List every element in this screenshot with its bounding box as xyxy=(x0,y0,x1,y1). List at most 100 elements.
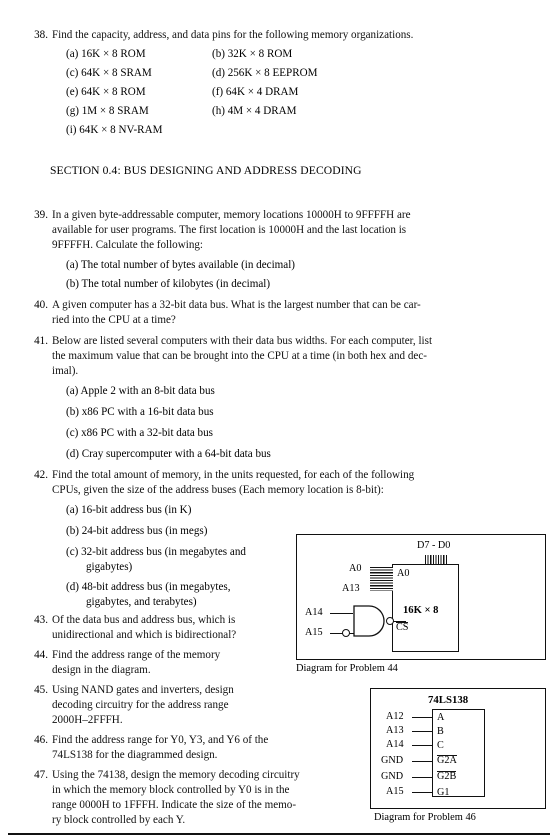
problem-44-line-1: Find the address range of the memory xyxy=(52,649,221,661)
problem-42-item-c-line-2: gigabytes) xyxy=(86,561,133,573)
problem-45-line-1: Using NAND gates and inverters, design xyxy=(52,684,234,696)
section-heading: SECTION 0.4: BUS DESIGNING AND ADDRESS D… xyxy=(50,164,362,177)
ls138-pin-g2b: G2B xyxy=(437,771,457,783)
wire-gnd-2 xyxy=(412,777,432,779)
problem-39-line-2: available for user programs. The first l… xyxy=(52,224,407,236)
problem-40-number: 40. xyxy=(34,299,48,311)
problem-45-line-3: 2000H–2FFFH. xyxy=(52,714,123,726)
ls138-chip: A B C G2A G2B G1 xyxy=(432,709,485,798)
diagram-46-frame: 74LS138 A B C G2A G2B G1 A12 A13 A14 GND… xyxy=(370,688,546,809)
problem-42-line-1: Find the total amount of memory, in the … xyxy=(52,469,415,481)
wire-gnd-1 xyxy=(412,761,432,763)
ls138-pin-c-text: C xyxy=(437,740,444,751)
ls138-pin-a-text: A xyxy=(437,712,445,723)
diagram-44-address-bus-lines xyxy=(370,567,393,591)
ls138-pin-c: C xyxy=(437,740,444,751)
problem-41-item-c: (c) x86 PC with a 32-bit data bus xyxy=(66,427,213,439)
problem-38-stem: Find the capacity, address, and data pin… xyxy=(52,29,414,41)
problem-45-line-2: decoding circuitry for the address range xyxy=(52,699,229,711)
problem-41-item-a: (a) Apple 2 with an 8-bit data bus xyxy=(66,385,215,397)
problem-38-item-g: (g) 1M × 8 SRAM xyxy=(66,105,149,117)
problem-42-line-2: CPUs, given the size of the address buse… xyxy=(52,484,384,496)
diagram-44-caption: Diagram for Problem 44 xyxy=(296,663,398,674)
wire-a15-ls138 xyxy=(412,792,432,794)
ls138-pin-g1: G1 xyxy=(437,787,449,798)
memory-chip-16kx8: A0 16K × 8 CS xyxy=(392,564,459,652)
ls138-pin-g1-text: G1 xyxy=(437,787,450,798)
problem-42-item-a: (a) 16-bit address bus (in K) xyxy=(66,504,192,516)
problem-41-number: 41. xyxy=(34,335,48,347)
problem-44-number: 44. xyxy=(34,649,48,661)
problem-41-line-2: the maximum value that can be brought in… xyxy=(52,350,427,362)
wire-nand-to-cs xyxy=(393,621,406,623)
problem-47-number: 47. xyxy=(34,769,48,781)
problem-43-line-1: Of the data bus and address bus, which i… xyxy=(52,614,236,626)
problem-39-line-3: 9FFFFH. Calculate the following: xyxy=(52,239,203,251)
problem-44-line-2: design in the diagram. xyxy=(52,664,151,676)
memory-chip-cs-label: CS xyxy=(396,622,409,634)
ls138-title: 74LS138 xyxy=(428,694,469,706)
problem-38-item-d: (d) 256K × 8 EEPROM xyxy=(212,67,318,79)
ls138-signal-a14: A14 xyxy=(386,739,404,750)
wire-a12 xyxy=(412,717,432,719)
problem-38-item-b: (b) 32K × 8 ROM xyxy=(212,48,293,60)
problem-41-item-b: (b) x86 PC with a 16-bit data bus xyxy=(66,406,214,418)
problem-39-item-b: (b) The total number of kilobytes (in de… xyxy=(66,278,271,290)
problem-43-line-2: unidirectional and which is bidirectiona… xyxy=(52,629,237,641)
diagram-44-data-bus-label: D7 - D0 xyxy=(417,540,451,551)
problem-41-item-d: (d) Cray supercomputer with a 64-bit dat… xyxy=(66,448,271,460)
problem-46-number: 46. xyxy=(34,734,48,746)
wire-a13 xyxy=(412,731,432,733)
problem-43-number: 43. xyxy=(34,614,48,626)
diagram-44-a0-label: A0 xyxy=(349,563,362,574)
problem-38-item-i: (i) 64K × 8 NV-RAM xyxy=(66,124,163,136)
problem-42-item-d-line-2: gigabytes, and terabytes) xyxy=(86,596,197,608)
problem-46-line-2: 74LS138 for the diagrammed design. xyxy=(52,749,218,761)
ls138-pin-b-text: B xyxy=(437,726,444,737)
problem-38-item-e: (e) 64K × 8 ROM xyxy=(66,86,146,98)
diagram-44-frame: D7 - D0 A0 16K × 8 CS A0 A13 A14 A15 xyxy=(296,534,546,660)
ls138-pin-g2b-text: G2B xyxy=(437,771,457,782)
problem-39-line-1: In a given byte-addressable computer, me… xyxy=(52,209,411,221)
problem-38-item-h: (h) 4M × 4 DRAM xyxy=(212,105,297,117)
diagram-44-a13-label: A13 xyxy=(342,583,360,594)
wire-a14-ls138 xyxy=(412,745,432,747)
problem-41-line-1: Below are listed several computers with … xyxy=(52,335,433,347)
ls138-pin-g2a: G2A xyxy=(437,755,457,767)
problem-39-item-a: (a) The total number of bytes available … xyxy=(66,259,295,271)
ls138-signal-a15: A15 xyxy=(386,786,404,797)
page-bottom-rule xyxy=(8,833,550,835)
ls138-pin-b: B xyxy=(437,726,444,737)
ls138-signal-gnd-2: GND xyxy=(381,771,404,782)
ls138-pin-a: A xyxy=(437,712,444,723)
problem-40-line-2: ried into the CPU at a time? xyxy=(52,314,176,326)
problem-42-item-d-line-1: (d) 48-bit address bus (in megabytes, xyxy=(66,581,231,593)
memory-chip-cs-text: CS xyxy=(396,622,409,633)
ls138-signal-gnd-1: GND xyxy=(381,755,404,766)
problem-42-item-b: (b) 24-bit address bus (in megs) xyxy=(66,525,208,537)
diagram-46-caption: Diagram for Problem 46 xyxy=(374,812,476,823)
problem-41-line-3: imal). xyxy=(52,365,79,377)
problem-38-item-c: (c) 64K × 8 SRAM xyxy=(66,67,152,79)
problem-47-line-2: in which the memory block controlled by … xyxy=(52,784,290,796)
ls138-signal-a12: A12 xyxy=(386,711,404,722)
problem-38-item-a: (a) 16K × 8 ROM xyxy=(66,48,146,60)
wire-a14 xyxy=(330,613,353,615)
problem-46-line-1: Find the address range for Y0, Y3, and Y… xyxy=(52,734,269,746)
memory-chip-a0-pin-label: A0 xyxy=(397,568,410,579)
problem-39-number: 39. xyxy=(34,209,48,221)
problem-47-line-4: ry block controlled by each Y. xyxy=(52,814,186,826)
problem-47-line-1: Using the 74138, design the memory decod… xyxy=(52,769,300,781)
document-page: 38. Find the capacity, address, and data… xyxy=(0,0,558,838)
problem-38-number: 38. xyxy=(34,29,48,41)
ls138-pin-g2a-text: G2A xyxy=(437,755,457,766)
problem-38-item-f: (f) 64K × 4 DRAM xyxy=(212,86,299,98)
diagram-44-a15-label: A15 xyxy=(305,627,323,638)
problem-42-item-c-line-1: (c) 32-bit address bus (in megabytes and xyxy=(66,546,246,558)
nand-gate xyxy=(353,605,387,637)
problem-42-number: 42. xyxy=(34,469,48,481)
diagram-44-a14-label: A14 xyxy=(305,607,323,618)
memory-chip-size-label: 16K × 8 xyxy=(403,605,439,616)
problem-40-line-1: A given computer has a 32-bit data bus. … xyxy=(52,299,421,311)
problem-45-number: 45. xyxy=(34,684,48,696)
